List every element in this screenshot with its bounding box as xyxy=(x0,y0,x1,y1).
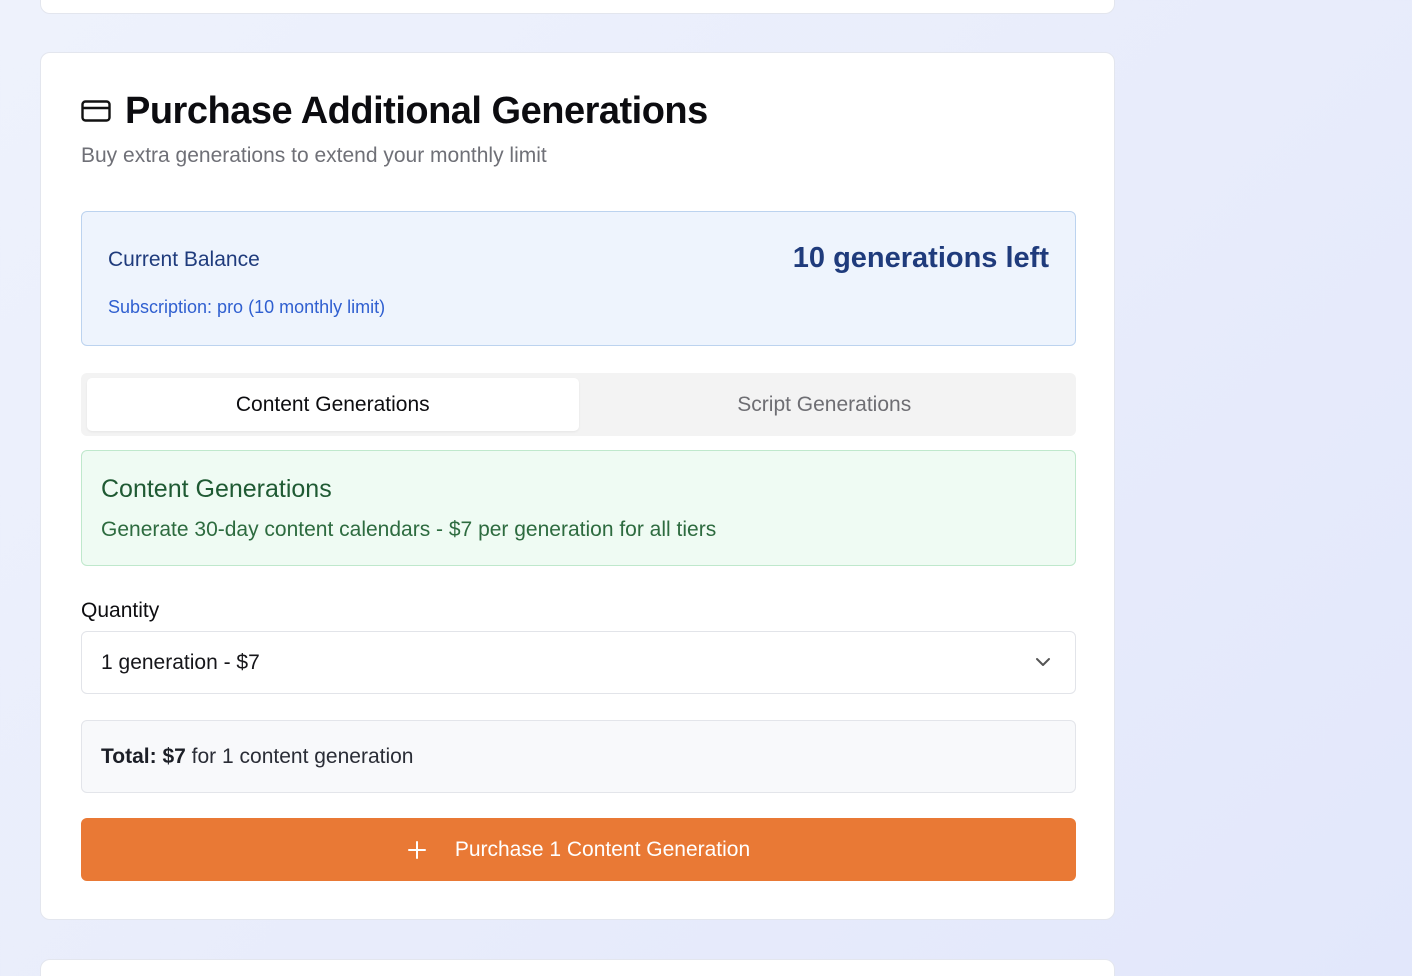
next-card xyxy=(40,959,1115,976)
quantity-select[interactable]: 1 generation - $7 xyxy=(81,631,1076,694)
balance-label: Current Balance xyxy=(108,248,260,271)
quantity-selected-value: 1 generation - $7 xyxy=(101,651,260,674)
total-amount: $7 xyxy=(162,745,186,768)
total-suffix: for 1 content generation xyxy=(191,745,414,768)
total-summary: Total: $7 for 1 content generation xyxy=(81,720,1076,793)
page-subtitle: Buy extra generations to extend your mon… xyxy=(81,144,547,167)
page-title: Purchase Additional Generations xyxy=(125,90,708,132)
subscription-info: Subscription: pro (10 monthly limit) xyxy=(108,297,386,317)
chevron-down-icon xyxy=(1036,658,1050,666)
content-generations-info: Content Generations Generate 30-day cont… xyxy=(81,450,1076,566)
total-label: Total: xyxy=(101,745,157,768)
purchase-button[interactable]: Purchase 1 Content Generation xyxy=(81,818,1076,881)
previous-card xyxy=(40,0,1115,14)
tab-content-generations[interactable]: Content Generations xyxy=(87,378,579,431)
quantity-label: Quantity xyxy=(81,599,160,622)
generations-left: 10 generations left xyxy=(792,242,1049,274)
purchase-button-label: Purchase 1 Content Generation xyxy=(454,837,751,861)
info-title: Content Generations xyxy=(101,475,332,503)
plus-icon xyxy=(407,840,426,859)
purchase-card: Purchase Additional Generations Buy extr… xyxy=(40,52,1115,920)
current-balance-panel: Current Balance 10 generations left Subs… xyxy=(81,211,1076,346)
card-header: Purchase Additional Generations xyxy=(81,89,708,133)
info-description: Generate 30-day content calendars - $7 p… xyxy=(101,518,717,541)
generation-type-tabs: Content Generations Script Generations xyxy=(81,373,1076,436)
tab-script-generations[interactable]: Script Generations xyxy=(579,378,1071,431)
credit-card-icon xyxy=(81,100,111,122)
total-text: Total: $7 for 1 content generation xyxy=(101,745,413,769)
